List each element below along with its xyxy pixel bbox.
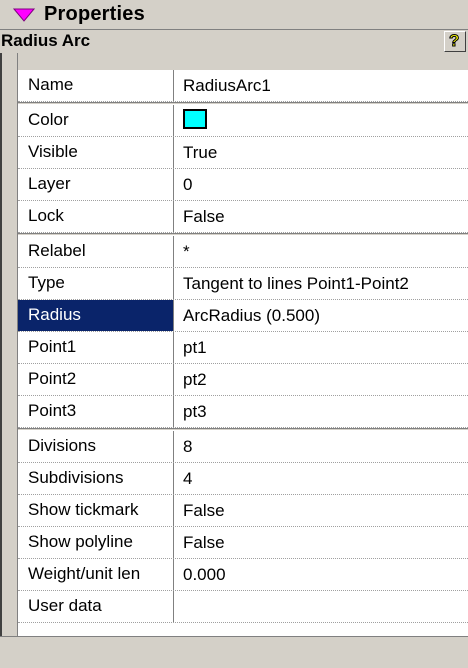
object-title: Radius Arc xyxy=(1,31,91,50)
property-value[interactable]: RadiusArc1 xyxy=(175,70,468,101)
property-name[interactable]: Name xyxy=(18,70,174,101)
property-row-divisions[interactable]: Divisions 8 xyxy=(18,431,468,463)
property-value[interactable]: 0 xyxy=(175,169,468,200)
property-name[interactable]: Point2 xyxy=(18,364,174,395)
properties-panel: Properties Radius Arc ? Name RadiusArc1 Co… xyxy=(0,0,468,668)
property-name[interactable]: Color xyxy=(18,105,174,136)
property-name[interactable]: Weight/unit len xyxy=(18,559,174,590)
grid-footer xyxy=(0,636,468,668)
help-button[interactable]: ? xyxy=(444,30,466,53)
property-name[interactable]: Point1 xyxy=(18,332,174,363)
property-value[interactable]: True xyxy=(175,137,468,168)
property-name[interactable]: Visible xyxy=(18,137,174,168)
property-row-subdivisions[interactable]: Subdivisions 4 xyxy=(18,463,468,495)
property-name[interactable]: Show tickmark xyxy=(18,495,174,526)
property-row-type[interactable]: Type Tangent to lines Point1-Point2 xyxy=(18,268,468,300)
property-name[interactable]: Show polyline xyxy=(18,527,174,558)
property-name[interactable]: Radius xyxy=(18,300,174,331)
grid-empty-area xyxy=(18,623,468,636)
property-name[interactable]: Layer xyxy=(18,169,174,200)
property-row-point2[interactable]: Point2 pt2 xyxy=(18,364,468,396)
property-row-radius[interactable]: Radius ArcRadius (0.500) xyxy=(18,300,468,332)
property-name[interactable]: Divisions xyxy=(18,431,174,462)
property-name[interactable]: User data xyxy=(18,591,174,622)
property-name[interactable]: Point3 xyxy=(18,396,174,427)
color-swatch[interactable] xyxy=(183,109,207,129)
property-row-relabel[interactable]: Relabel * xyxy=(18,236,468,268)
help-icon: ? xyxy=(448,30,462,53)
property-name[interactable]: Subdivisions xyxy=(18,463,174,494)
property-row-visible[interactable]: Visible True xyxy=(18,137,468,169)
triangle-down-icon[interactable] xyxy=(12,7,36,23)
property-value[interactable] xyxy=(175,591,468,622)
svg-text:?: ? xyxy=(449,31,459,49)
property-row-show-polyline[interactable]: Show polyline False xyxy=(18,527,468,559)
property-value[interactable]: False xyxy=(175,527,468,558)
property-value[interactable]: ArcRadius (0.500) xyxy=(175,300,468,331)
property-value[interactable]: pt1 xyxy=(175,332,468,363)
property-row-color[interactable]: Color xyxy=(18,105,468,137)
property-row-name[interactable]: Name RadiusArc1 xyxy=(18,70,468,102)
property-value[interactable]: Tangent to lines Point1-Point2 xyxy=(175,268,468,299)
property-value[interactable] xyxy=(175,105,468,136)
property-row-lock[interactable]: Lock False xyxy=(18,201,468,233)
property-name[interactable]: Lock xyxy=(18,201,174,232)
property-row-user-data[interactable]: User data xyxy=(18,591,468,623)
property-value[interactable]: 8 xyxy=(175,431,468,462)
properties-title: Properties xyxy=(44,3,145,25)
property-value[interactable]: 0.000 xyxy=(175,559,468,590)
property-row-show-tickmark[interactable]: Show tickmark False xyxy=(18,495,468,527)
property-name[interactable]: Type xyxy=(18,268,174,299)
property-row-layer[interactable]: Layer 0 xyxy=(18,169,468,201)
property-value[interactable]: pt2 xyxy=(175,364,468,395)
property-value[interactable]: * xyxy=(175,236,468,267)
properties-header[interactable]: Properties xyxy=(0,0,468,29)
property-value[interactable]: 4 xyxy=(175,463,468,494)
property-name[interactable]: Relabel xyxy=(18,236,174,267)
property-value[interactable]: False xyxy=(175,201,468,232)
property-row-point1[interactable]: Point1 pt1 xyxy=(18,332,468,364)
object-title-bar: Radius Arc ? xyxy=(0,29,468,53)
property-row-weight-unit-len[interactable]: Weight/unit len 0.000 xyxy=(18,559,468,591)
property-value[interactable]: pt3 xyxy=(175,396,468,427)
grid-left-gutter xyxy=(0,53,18,668)
property-row-point3[interactable]: Point3 pt3 xyxy=(18,396,468,428)
property-value[interactable]: False xyxy=(175,495,468,526)
